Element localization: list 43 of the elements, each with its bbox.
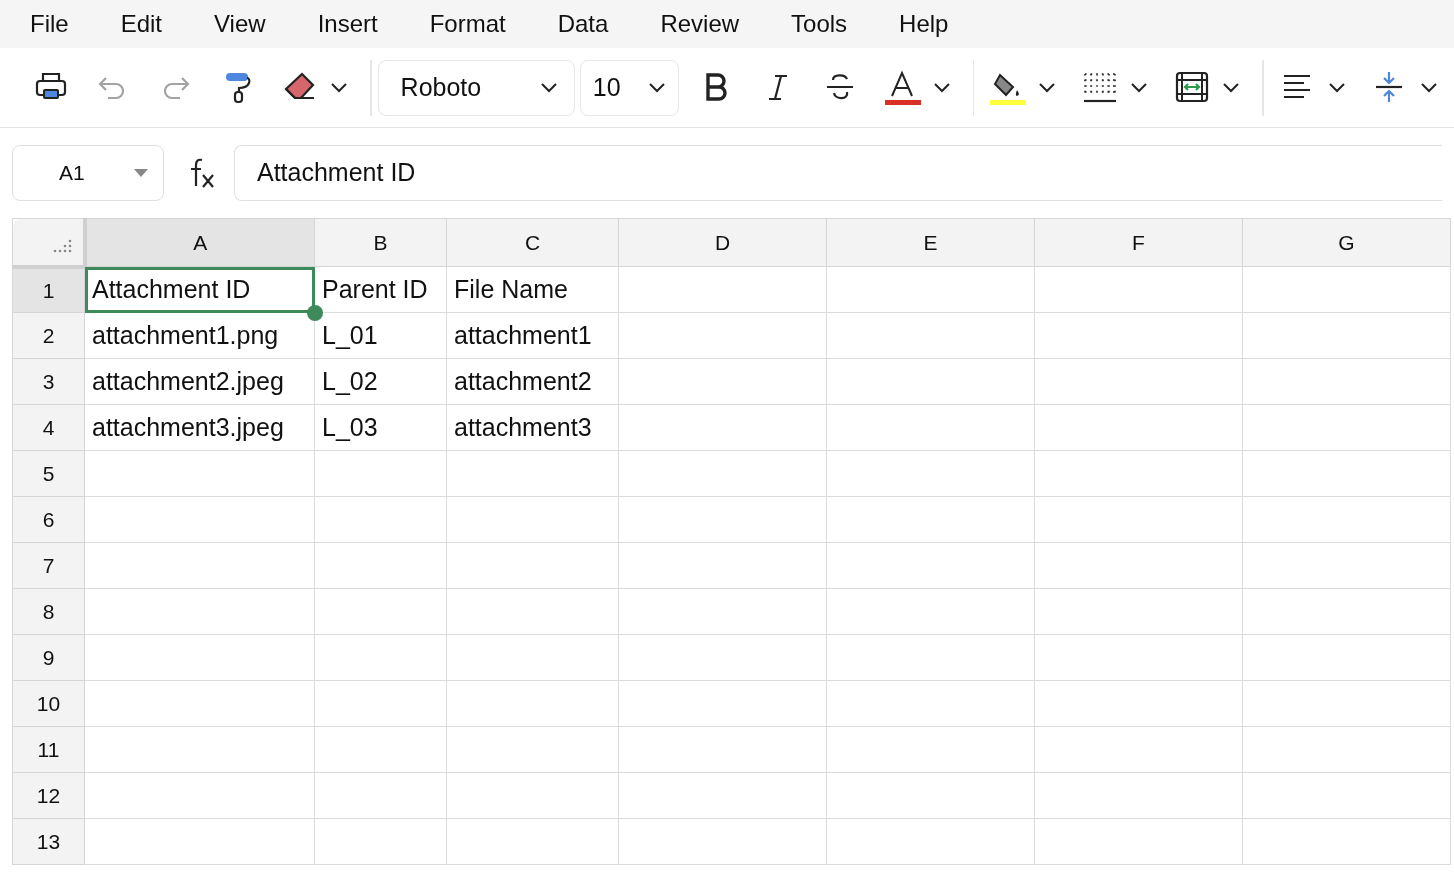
column-header[interactable]: G xyxy=(1242,218,1451,267)
font-dropdown[interactable]: Roboto xyxy=(377,59,575,116)
row-header[interactable]: 5 xyxy=(12,450,85,497)
table-cell[interactable]: L_02 xyxy=(314,358,447,405)
row-header[interactable]: 3 xyxy=(12,358,85,405)
row-header[interactable]: 9 xyxy=(12,634,85,681)
row-header[interactable]: 13 xyxy=(12,818,85,865)
formula-field[interactable]: Attachment ID xyxy=(234,145,1442,201)
row-header[interactable]: 12 xyxy=(12,772,85,819)
menu-item[interactable]: Edit xyxy=(120,6,163,42)
row-header[interactable]: 4 xyxy=(12,404,85,451)
column-header[interactable]: F xyxy=(1034,218,1243,267)
table-cell[interactable]: L_03 xyxy=(314,404,447,451)
row-header[interactable]: 2 xyxy=(12,312,85,359)
column-header[interactable]: D xyxy=(618,218,827,267)
menu-item[interactable]: Data xyxy=(557,6,609,42)
column-header[interactable]: E xyxy=(826,218,1035,267)
table-cell[interactable]: Attachment ID xyxy=(84,266,315,313)
table-cell[interactable]: attachment1 xyxy=(446,312,619,359)
menu-item[interactable]: Format xyxy=(429,6,506,42)
row-header[interactable]: 6 xyxy=(12,496,85,543)
column-header[interactable]: C xyxy=(446,218,619,267)
menu-item[interactable]: Help xyxy=(899,6,949,42)
table-cell[interactable]: attachment2.jpeg xyxy=(84,358,315,405)
row-header[interactable]: 7 xyxy=(12,542,85,589)
row-header[interactable]: 10 xyxy=(12,680,85,727)
table-cell[interactable]: File Name xyxy=(446,266,619,313)
menu-item[interactable]: Tools xyxy=(791,6,848,42)
menu-item[interactable]: Insert xyxy=(317,6,378,42)
table-cell[interactable]: attachment3.jpeg xyxy=(84,404,315,451)
column-header[interactable]: A xyxy=(84,218,315,267)
column-header[interactable]: B xyxy=(314,218,447,267)
cell-reference: A1 xyxy=(59,160,85,187)
menu-item[interactable]: Review xyxy=(660,6,740,42)
menu-item[interactable]: View xyxy=(214,6,266,42)
table-cell[interactable]: attachment3 xyxy=(446,404,619,451)
font-size-dropdown[interactable]: 10 xyxy=(579,59,679,116)
menu-item[interactable]: File xyxy=(30,6,69,42)
row-header[interactable]: 1 xyxy=(12,266,85,313)
name-box[interactable]: A1 xyxy=(12,145,164,201)
row-header[interactable]: 8 xyxy=(12,588,85,635)
table-cell[interactable]: attachment2 xyxy=(446,358,619,405)
row-header[interactable]: 11 xyxy=(12,726,85,773)
